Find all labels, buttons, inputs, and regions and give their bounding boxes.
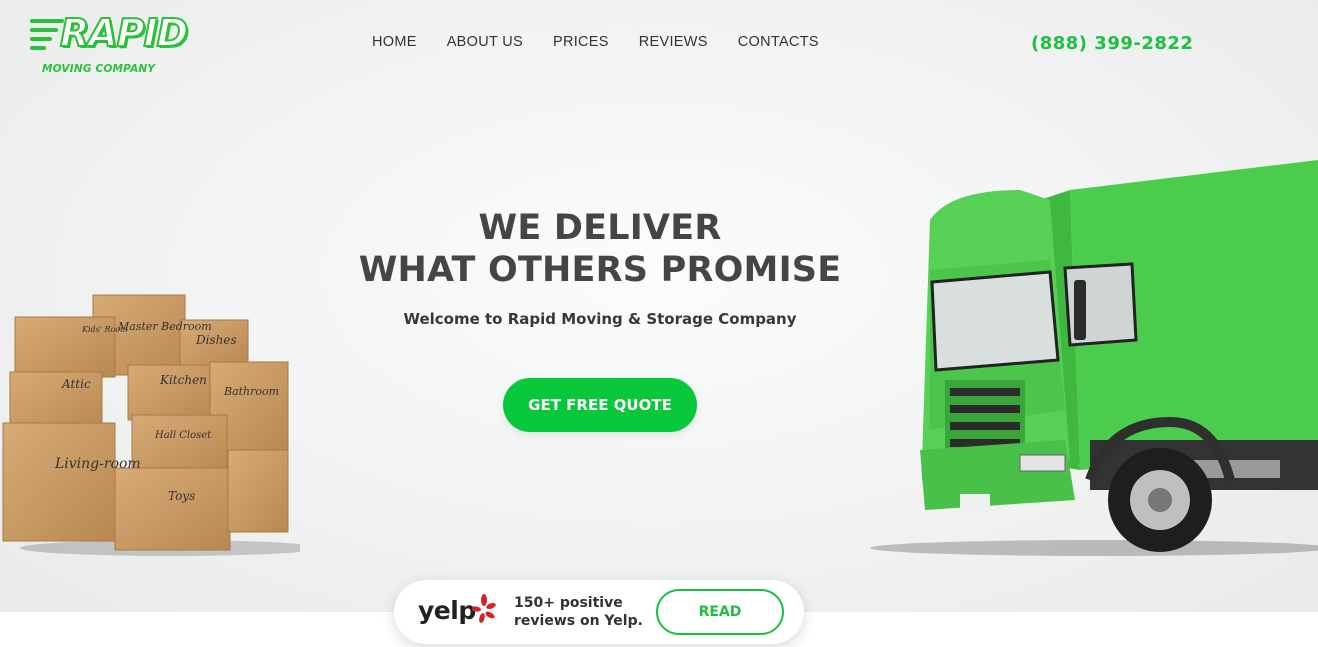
yelp-text-line-1: 150+ positive	[514, 595, 623, 611]
main-nav: HOME ABOUT US PRICES REVIEWS CONTACTS	[372, 34, 849, 50]
box-label-attic: Attic	[61, 377, 91, 391]
moving-truck-image	[870, 160, 1318, 556]
logo-wordmark: RAPID	[59, 10, 189, 56]
yelp-reviews-text: 150+ positive reviews on Yelp.	[514, 594, 644, 630]
yelp-reviews-card: yelp 150+ positive reviews on Yelp. READ	[394, 580, 804, 644]
nav-item-reviews[interactable]: REVIEWS	[639, 34, 708, 50]
company-logo[interactable]: RAPID MOVING COMPANY	[30, 5, 189, 80]
box-label-hall-closet: Hall Closet	[154, 430, 212, 441]
yelp-logo: yelp	[418, 596, 476, 625]
hero-subheadline: Welcome to Rapid Moving & Storage Compan…	[403, 310, 797, 328]
nav-item-contacts[interactable]: CONTACTS	[738, 34, 819, 50]
box-label-dishes: Dishes	[195, 333, 237, 347]
hero-section: Master Bedroom Kids' Room Dishes Attic K…	[0, 0, 1318, 612]
box-label-bathroom: Bathroom	[223, 385, 279, 398]
hero-headline: WE DELIVER WHAT OTHERS PROMISE	[300, 207, 900, 291]
box-label-living-room: Living-room	[54, 456, 141, 472]
yelp-burst-icon	[472, 594, 496, 623]
headline-line-1: WE DELIVER	[478, 208, 722, 248]
box-label-toys: Toys	[168, 489, 195, 503]
nav-item-home[interactable]: HOME	[372, 34, 417, 50]
yelp-text-line-2: reviews on Yelp.	[514, 613, 643, 629]
nav-item-prices[interactable]: PRICES	[553, 34, 609, 50]
box-label-kitchen: Kitchen	[159, 373, 207, 387]
headline-line-2: WHAT OTHERS PROMISE	[358, 250, 842, 290]
moving-boxes-image: Master Bedroom Kids' Room Dishes Attic K…	[2, 294, 300, 556]
phone-number-link[interactable]: (888) 399-2822	[1031, 33, 1193, 54]
nav-item-about-us[interactable]: ABOUT US	[447, 34, 523, 50]
box-label-master-bedroom: Master Bedroom	[117, 320, 212, 333]
box-label-kids-room: Kids' Room	[81, 325, 128, 334]
get-free-quote-button[interactable]: GET FREE QUOTE	[503, 378, 697, 432]
read-reviews-button[interactable]: READ	[656, 589, 784, 635]
logo-tagline: MOVING COMPANY	[42, 63, 156, 75]
